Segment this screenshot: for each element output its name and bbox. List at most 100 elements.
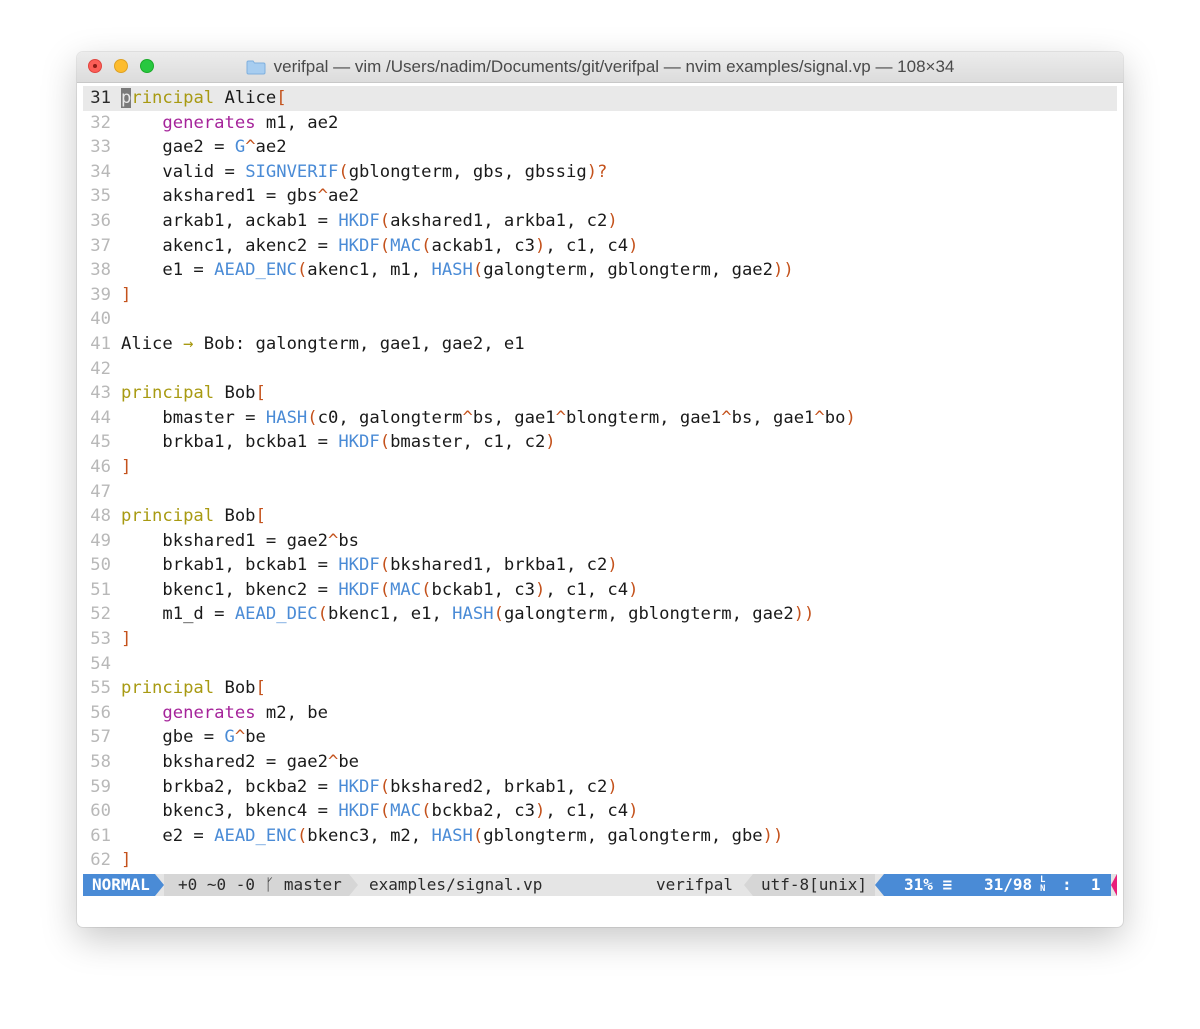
code-token: ) [545,432,556,453]
warning-indicator [1111,874,1117,896]
code-line[interactable]: 53] [83,627,1117,652]
code-token: Alice [214,88,277,108]
code-token: ( [493,604,504,625]
code-token: ^ [721,407,732,428]
code-line[interactable]: 47 [83,480,1117,505]
code-line[interactable]: 43 principal Bob[ [83,381,1117,406]
code-token: )? [586,161,608,182]
column-position: : 1 [1062,874,1101,896]
code-token: [ [255,383,266,404]
code-line[interactable]: 49 bkshared1 = gae2^bs [83,529,1117,554]
code-line[interactable]: 58 bkshared2 = gae2^be [83,750,1117,775]
window-title: verifpal — vim /Users/nadim/Documents/gi… [273,57,955,76]
code-line[interactable]: 54 [83,652,1117,677]
line-number: 48 [90,506,111,527]
code-line[interactable]: 39] [83,283,1117,308]
line-number: 51 [90,579,111,600]
line-code: valid = SIGNVERIF(gblongterm, gbs, gbssi… [121,162,607,182]
code-token: HASH [452,604,494,625]
code-line[interactable]: 52 m1_d = AEAD_DEC(bkenc1, e1, HASH(galo… [83,602,1117,627]
code-token: bkenc3, bkenc4 = [121,801,339,822]
line-number: 54 [90,653,111,674]
code-line[interactable]: 45 brkba1, bckba1 = HKDF(bmaster, c1, c2… [83,430,1117,455]
code-token: ( [472,825,484,846]
code-token: akshared1, arkba1, c2 [390,210,608,231]
code-line[interactable]: 48 principal Bob[ [83,504,1117,529]
code-token: → [183,333,194,354]
code-token: m2, be [255,702,328,723]
line-number: 31 [90,88,111,108]
line-number: 57 [90,727,111,748]
code-token: ^ [327,752,339,773]
code-line[interactable]: 46] [83,455,1117,480]
code-line[interactable]: 57 gbe = G^be [83,725,1117,750]
code-token: bckba2, c3 [431,801,535,822]
code-line[interactable]: 56 generates m2, be [83,701,1117,726]
code-token: HKDF [338,432,380,453]
code-line[interactable]: 50 brkab1, bckab1 = HKDF(bkshared1, brkb… [83,553,1117,578]
code-token: ^ [327,530,339,551]
code-line[interactable]: 61 e2 = AEAD_ENC(bkenc3, m2, HASH(gblong… [83,824,1117,849]
code-token: principal [121,383,215,404]
code-token: bkenc1, bkenc2 = [121,579,339,600]
code-line[interactable]: 34 valid = SIGNVERIF(gblongterm, gbs, gb… [83,160,1117,185]
code-token: HKDF [338,555,380,576]
code-line[interactable]: 33 gae2 = G^ae2 [83,135,1117,160]
code-line[interactable]: 38 e1 = AEAD_ENC(akenc1, m1, HASH(galong… [83,258,1117,283]
line-code: bkenc1, bkenc2 = HKDF(MAC(bckab1, c3), c… [121,580,638,600]
folder-icon [246,60,266,75]
code-token: ^ [555,407,567,428]
code-token: [ [276,88,287,108]
title-bar[interactable]: verifpal — vim /Users/nadim/Documents/gi… [77,52,1123,83]
text-cursor: p [121,88,132,108]
line-code: akenc1, akenc2 = HKDF(MAC(ackab1, c3), c… [121,236,638,256]
code-line[interactable]: 32 generates m1, ae2 [83,111,1117,136]
code-line[interactable]: 59 brkba2, bckba2 = HKDF(bkshared2, brka… [83,775,1117,800]
code-line[interactable]: 36 arkab1, ackab1 = HKDF(akshared1, arkb… [83,209,1117,234]
line-number: 45 [90,432,111,453]
code-token: , c1, c4 [545,801,629,822]
code-token: ae2 [255,137,287,158]
line-number: 59 [90,776,111,797]
code-token: ( [379,801,391,822]
column-number: 1 [1090,875,1101,894]
line-code: generates m1, ae2 [121,113,338,133]
code-token: brkba1, bckba1 = [121,432,339,453]
file-encoding: utf-8[unix] [753,874,875,896]
code-line[interactable]: 60 bkenc3, bkenc4 = HKDF(MAC(bckba2, c3)… [83,799,1117,824]
code-line[interactable]: 44 bmaster = HASH(c0, galongterm^bs, gae… [83,406,1117,431]
editor-buffer[interactable]: 31 principal Alice[32 generates m1, ae2 33… [83,86,1117,876]
line-number: 55 [90,678,111,699]
code-line[interactable]: 51 bkenc1, bkenc2 = HKDF(MAC(bckab1, c3)… [83,578,1117,603]
line-code: ] [121,285,131,305]
code-token: akshared1 = gbs [121,186,318,207]
current-code-line[interactable]: 31 principal Alice[ [83,86,1117,111]
code-line[interactable]: 41 Alice → Bob: galongterm, gae1, gae2, e… [83,332,1117,357]
code-token: ) [534,235,546,256]
line-number: 44 [90,407,111,428]
code-line[interactable]: 35 akshared1 = gbs^ae2 [83,184,1117,209]
line-code: ] [121,850,131,870]
code-line[interactable]: 42 [83,357,1117,382]
code-line[interactable]: 40 [83,307,1117,332]
code-line[interactable]: 62] [83,848,1117,873]
scroll-percent: 31% ≡ [904,875,953,894]
code-token: ) [534,801,546,822]
code-line[interactable]: 55 principal Bob[ [83,676,1117,701]
terminal-window: verifpal — vim /Users/nadim/Documents/gi… [77,52,1123,927]
line-code: gbe = G^be [121,727,266,747]
code-token: ^ [317,186,328,207]
code-token: MAC [390,801,422,822]
code-token: ( [379,776,391,797]
line-code: ] [121,457,131,477]
code-token: ( [421,801,432,822]
code-token: Bob [214,383,256,404]
line-position: 31/98 [984,875,1033,894]
code-token: ackab1, c3 [431,235,535,256]
cursor-position: 31% ≡ 31/98 LN : 1 [884,874,1111,896]
code-line[interactable]: 37 akenc1, akenc2 = HKDF(MAC(ackab1, c3)… [83,234,1117,259]
code-token: Bob [214,506,256,527]
code-token: ) [534,579,546,600]
line-number: 32 [90,112,111,133]
code-token: bmaster, c1, c2 [390,432,546,453]
